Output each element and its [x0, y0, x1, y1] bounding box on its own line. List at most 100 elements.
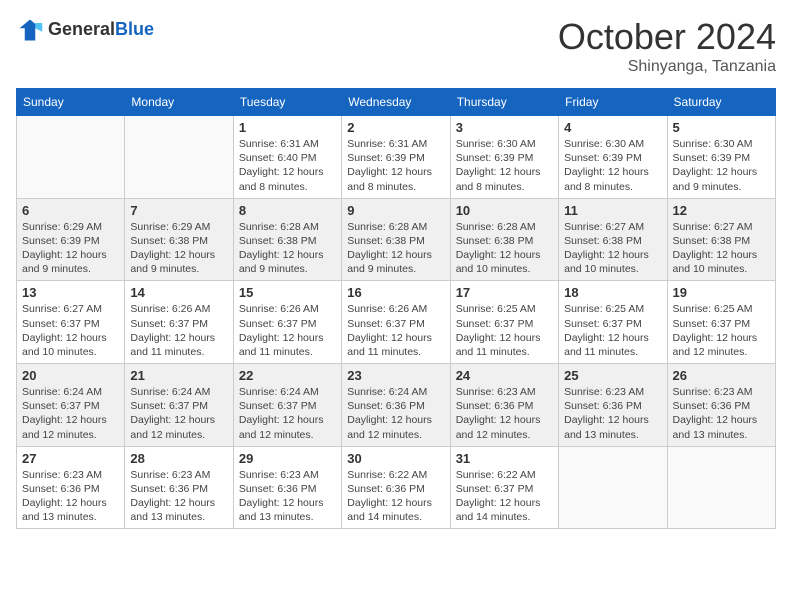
month-title: October 2024 [558, 16, 776, 58]
calendar-day-cell [559, 446, 667, 529]
day-info: Sunrise: 6:24 AM Sunset: 6:36 PM Dayligh… [347, 385, 444, 442]
calendar-day-cell: 12Sunrise: 6:27 AM Sunset: 6:38 PM Dayli… [667, 198, 775, 281]
day-info: Sunrise: 6:28 AM Sunset: 6:38 PM Dayligh… [456, 220, 553, 277]
day-number: 28 [130, 451, 227, 466]
weekday-header-tuesday: Tuesday [233, 89, 341, 116]
weekday-header-row: SundayMondayTuesdayWednesdayThursdayFrid… [17, 89, 776, 116]
calendar-week-row: 27 Sunrise: 6:23 AM Sunset: 6:36 PM Dayli… [17, 446, 776, 529]
day-number: 15 [239, 285, 336, 300]
day-number: 22 [239, 368, 336, 383]
weekday-header-friday: Friday [559, 89, 667, 116]
weekday-header-wednesday: Wednesday [342, 89, 450, 116]
day-info: Sunrise: 6:27 AM Sunset: 6:38 PM Dayligh… [673, 220, 770, 277]
calendar-day-cell: 17Sunrise: 6:25 AM Sunset: 6:37 PM Dayli… [450, 281, 558, 364]
day-number: 20 [22, 368, 119, 383]
day-number: 8 [239, 203, 336, 218]
calendar-day-cell: 21 Sunrise: 6:24 AM Sunset: 6:37 PM Dayli… [125, 364, 233, 447]
day-number: 27 [22, 451, 119, 466]
calendar-day-cell: 16 Sunrise: 6:26 AM Sunset: 6:37 PM Dayli… [342, 281, 450, 364]
calendar-week-row: 20 Sunrise: 6:24 AM Sunset: 6:37 PM Dayli… [17, 364, 776, 447]
logo-icon [16, 16, 44, 44]
day-number: 14 [130, 285, 227, 300]
day-number: 30 [347, 451, 444, 466]
day-number: 26 [673, 368, 770, 383]
calendar-day-cell [667, 446, 775, 529]
calendar-week-row: 13 Sunrise: 6:27 AM Sunset: 6:37 PM Dayli… [17, 281, 776, 364]
day-number: 29 [239, 451, 336, 466]
day-info: Sunrise: 6:28 AM Sunset: 6:38 PM Dayligh… [347, 220, 444, 277]
calendar-day-cell: 26 Sunrise: 6:23 AM Sunset: 6:36 PM Dayli… [667, 364, 775, 447]
day-info: Sunrise: 6:23 AM Sunset: 6:36 PM Dayligh… [456, 385, 553, 442]
day-info: Sunrise: 6:24 AM Sunset: 6:37 PM Dayligh… [130, 385, 227, 442]
day-number: 2 [347, 120, 444, 135]
day-info: Sunrise: 6:28 AM Sunset: 6:38 PM Dayligh… [239, 220, 336, 277]
day-info: Sunrise: 6:25 AM Sunset: 6:37 PM Dayligh… [673, 302, 770, 359]
calendar-day-cell: 25 Sunrise: 6:23 AM Sunset: 6:36 PM Dayli… [559, 364, 667, 447]
calendar-day-cell [17, 116, 125, 199]
day-info: Sunrise: 6:23 AM Sunset: 6:36 PM Dayligh… [22, 468, 119, 525]
day-number: 6 [22, 203, 119, 218]
day-info: Sunrise: 6:23 AM Sunset: 6:36 PM Dayligh… [564, 385, 661, 442]
day-info: Sunrise: 6:29 AM Sunset: 6:39 PM Dayligh… [22, 220, 119, 277]
day-info: Sunrise: 6:25 AM Sunset: 6:37 PM Dayligh… [564, 302, 661, 359]
day-number: 7 [130, 203, 227, 218]
day-info: Sunrise: 6:29 AM Sunset: 6:38 PM Dayligh… [130, 220, 227, 277]
calendar-day-cell: 18 Sunrise: 6:25 AM Sunset: 6:37 PM Dayli… [559, 281, 667, 364]
weekday-header-monday: Monday [125, 89, 233, 116]
day-number: 11 [564, 203, 661, 218]
day-info: Sunrise: 6:30 AM Sunset: 6:39 PM Dayligh… [456, 137, 553, 194]
calendar-day-cell: 20 Sunrise: 6:24 AM Sunset: 6:37 PM Dayli… [17, 364, 125, 447]
calendar-day-cell: 28 Sunrise: 6:23 AM Sunset: 6:36 PM Dayli… [125, 446, 233, 529]
title-section: October 2024 Shinyanga, Tanzania [558, 16, 776, 76]
logo-text: GeneralBlue [48, 20, 154, 40]
day-number: 16 [347, 285, 444, 300]
day-info: Sunrise: 6:30 AM Sunset: 6:39 PM Dayligh… [673, 137, 770, 194]
weekday-header-sunday: Sunday [17, 89, 125, 116]
calendar-day-cell: 9 Sunrise: 6:28 AM Sunset: 6:38 PM Daylig… [342, 198, 450, 281]
calendar-day-cell: 13 Sunrise: 6:27 AM Sunset: 6:37 PM Dayli… [17, 281, 125, 364]
day-info: Sunrise: 6:22 AM Sunset: 6:37 PM Dayligh… [456, 468, 553, 525]
day-info: Sunrise: 6:23 AM Sunset: 6:36 PM Dayligh… [673, 385, 770, 442]
day-info: Sunrise: 6:26 AM Sunset: 6:37 PM Dayligh… [239, 302, 336, 359]
calendar-day-cell: 31 Sunrise: 6:22 AM Sunset: 6:37 PM Dayli… [450, 446, 558, 529]
day-number: 4 [564, 120, 661, 135]
day-info: Sunrise: 6:26 AM Sunset: 6:37 PM Dayligh… [347, 302, 444, 359]
logo: GeneralBlue [16, 16, 154, 44]
calendar-day-cell: 4 Sunrise: 6:30 AM Sunset: 6:39 PM Daylig… [559, 116, 667, 199]
calendar-day-cell: 15 Sunrise: 6:26 AM Sunset: 6:37 PM Dayli… [233, 281, 341, 364]
day-info: Sunrise: 6:23 AM Sunset: 6:36 PM Dayligh… [130, 468, 227, 525]
calendar-day-cell: 6 Sunrise: 6:29 AM Sunset: 6:39 PM Daylig… [17, 198, 125, 281]
calendar-day-cell: 19 Sunrise: 6:25 AM Sunset: 6:37 PM Dayli… [667, 281, 775, 364]
calendar-week-row: 1Sunrise: 6:31 AM Sunset: 6:40 PM Daylig… [17, 116, 776, 199]
calendar-day-cell [125, 116, 233, 199]
day-number: 13 [22, 285, 119, 300]
calendar-day-cell: 11 Sunrise: 6:27 AM Sunset: 6:38 PM Dayli… [559, 198, 667, 281]
day-info: Sunrise: 6:27 AM Sunset: 6:38 PM Dayligh… [564, 220, 661, 277]
day-info: Sunrise: 6:24 AM Sunset: 6:37 PM Dayligh… [239, 385, 336, 442]
page-header: GeneralBlue October 2024 Shinyanga, Tanz… [16, 16, 776, 76]
day-number: 3 [456, 120, 553, 135]
day-number: 9 [347, 203, 444, 218]
day-number: 21 [130, 368, 227, 383]
day-number: 31 [456, 451, 553, 466]
day-number: 23 [347, 368, 444, 383]
calendar-day-cell: 14 Sunrise: 6:26 AM Sunset: 6:37 PM Dayli… [125, 281, 233, 364]
day-info: Sunrise: 6:31 AM Sunset: 6:40 PM Dayligh… [239, 137, 336, 194]
day-number: 24 [456, 368, 553, 383]
weekday-header-thursday: Thursday [450, 89, 558, 116]
day-number: 25 [564, 368, 661, 383]
day-info: Sunrise: 6:24 AM Sunset: 6:37 PM Dayligh… [22, 385, 119, 442]
calendar-day-cell: 3 Sunrise: 6:30 AM Sunset: 6:39 PM Daylig… [450, 116, 558, 199]
calendar-day-cell: 27 Sunrise: 6:23 AM Sunset: 6:36 PM Dayli… [17, 446, 125, 529]
day-number: 18 [564, 285, 661, 300]
calendar-day-cell: 5 Sunrise: 6:30 AM Sunset: 6:39 PM Daylig… [667, 116, 775, 199]
day-info: Sunrise: 6:30 AM Sunset: 6:39 PM Dayligh… [564, 137, 661, 194]
day-number: 19 [673, 285, 770, 300]
day-info: Sunrise: 6:25 AM Sunset: 6:37 PM Dayligh… [456, 302, 553, 359]
day-number: 5 [673, 120, 770, 135]
calendar-day-cell: 30 Sunrise: 6:22 AM Sunset: 6:36 PM Dayli… [342, 446, 450, 529]
day-info: Sunrise: 6:27 AM Sunset: 6:37 PM Dayligh… [22, 302, 119, 359]
day-info: Sunrise: 6:22 AM Sunset: 6:36 PM Dayligh… [347, 468, 444, 525]
calendar-day-cell: 23 Sunrise: 6:24 AM Sunset: 6:36 PM Dayli… [342, 364, 450, 447]
day-info: Sunrise: 6:26 AM Sunset: 6:37 PM Dayligh… [130, 302, 227, 359]
